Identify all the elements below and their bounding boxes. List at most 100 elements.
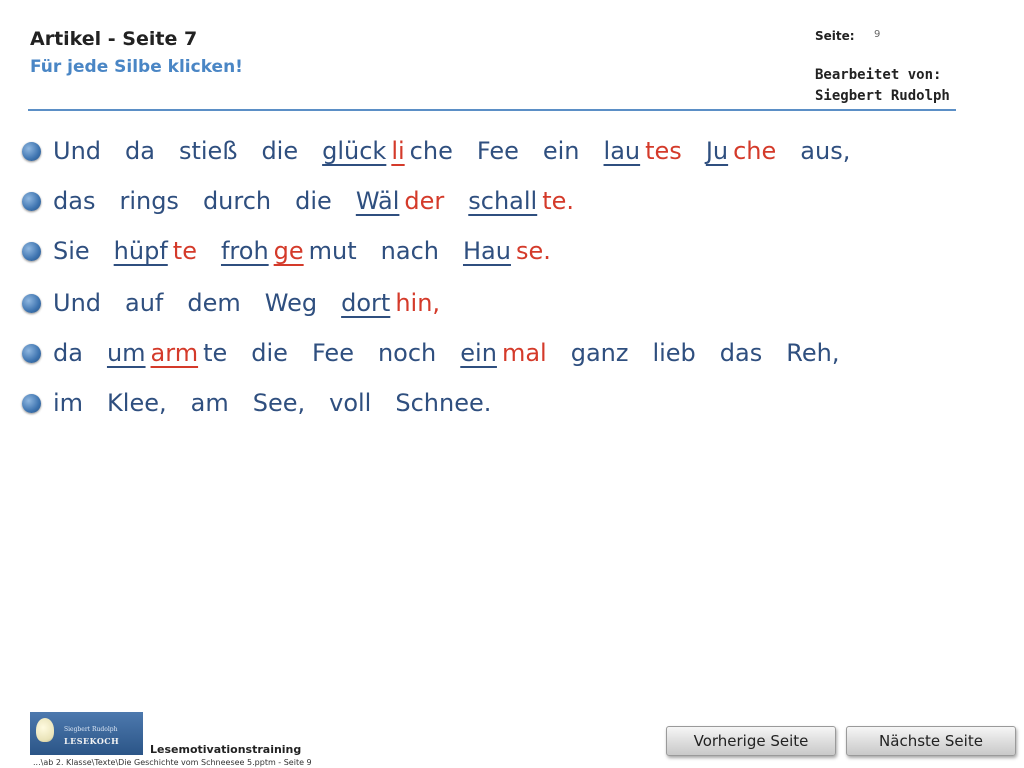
syllable[interactable]: noch — [378, 339, 436, 367]
syllable[interactable]: mut — [309, 237, 357, 265]
syllable[interactable]: Wäl — [356, 187, 400, 215]
syllable[interactable]: te — [203, 339, 227, 367]
verse-word: Schnee. — [395, 389, 491, 417]
verse-word: aus, — [800, 137, 850, 165]
syllable[interactable]: voll — [329, 389, 371, 417]
verse-line: da um arm te die Fee noch ein mal ganz lieb das Reh, — [22, 336, 863, 370]
syllable[interactable]: ein — [460, 339, 497, 367]
syllable[interactable]: se. — [516, 237, 551, 265]
verse-word: ein mal — [460, 339, 546, 367]
verse-word: rings — [119, 187, 178, 215]
syllable[interactable]: Und — [53, 137, 101, 165]
verse-word: Und — [53, 137, 101, 165]
syllable[interactable]: Weg — [265, 289, 317, 317]
syllable[interactable]: Sie — [53, 237, 90, 265]
verse-word: Ju che — [706, 137, 776, 165]
page-title: Artikel - Seite 7 — [30, 28, 198, 50]
syllable[interactable]: Hau — [463, 237, 511, 265]
verse-words: Und auf dem Weg dort hin, — [53, 289, 464, 317]
syllable[interactable]: nach — [381, 237, 439, 265]
syllable[interactable]: das — [720, 339, 762, 367]
syllable[interactable]: dort — [341, 289, 390, 317]
verse-word: Reh, — [786, 339, 839, 367]
syllable[interactable]: die — [295, 187, 332, 215]
verse-word: die — [251, 339, 288, 367]
syllable[interactable]: te. — [542, 187, 574, 215]
syllable[interactable]: hin, — [395, 289, 440, 317]
verse-word: da — [125, 137, 155, 165]
syllable[interactable]: um — [107, 339, 146, 367]
next-page-button[interactable]: Nächste Seite — [846, 726, 1016, 756]
syllable[interactable]: das — [53, 187, 95, 215]
syllable[interactable]: ein — [543, 137, 580, 165]
syllable[interactable]: te — [173, 237, 197, 265]
blue-circle-bullet-icon — [22, 191, 41, 211]
footer-brand-text: Lesemotivationstraining — [150, 743, 302, 756]
syllable[interactable]: li — [391, 137, 404, 165]
syllable[interactable]: auf — [125, 289, 163, 317]
syllable[interactable]: See, — [253, 389, 305, 417]
verse-word: See, — [253, 389, 305, 417]
syllable[interactable]: dem — [187, 289, 240, 317]
previous-page-button[interactable]: Vorherige Seite — [666, 726, 836, 756]
syllable[interactable]: die — [251, 339, 288, 367]
syllable[interactable]: che — [733, 137, 776, 165]
lightbulb-icon — [36, 718, 54, 742]
verse-word: durch — [203, 187, 271, 215]
page-subtitle: Für jede Silbe klicken! — [30, 57, 243, 77]
syllable[interactable]: Schnee. — [395, 389, 491, 417]
syllable[interactable]: am — [191, 389, 229, 417]
verse-word: schall te. — [468, 187, 574, 215]
syllable[interactable]: ge — [274, 237, 304, 265]
verse-word: stieß — [179, 137, 237, 165]
verse-word: die — [261, 137, 298, 165]
syllable[interactable]: lieb — [652, 339, 695, 367]
syllable[interactable]: che — [410, 137, 453, 165]
verse-words: im Klee, am See, voll Schnee. — [53, 389, 515, 417]
syllable[interactable]: froh — [221, 237, 269, 265]
syllable[interactable]: Und — [53, 289, 101, 317]
syllable[interactable]: Klee, — [107, 389, 167, 417]
verse-word: das — [53, 187, 95, 215]
verse-word: dort hin, — [341, 289, 440, 317]
syllable[interactable]: schall — [468, 187, 537, 215]
syllable[interactable]: Fee — [477, 137, 519, 165]
syllable[interactable]: durch — [203, 187, 271, 215]
syllable[interactable]: glück — [322, 137, 386, 165]
syllable[interactable]: arm — [151, 339, 199, 367]
syllable[interactable]: da — [53, 339, 83, 367]
page-label: Seite: — [815, 29, 855, 43]
syllable[interactable]: aus, — [800, 137, 850, 165]
verse-word: Klee, — [107, 389, 167, 417]
syllable[interactable]: Ju — [706, 137, 728, 165]
verse-word: Weg — [265, 289, 317, 317]
blue-circle-bullet-icon — [22, 241, 41, 261]
syllable[interactable]: rings — [119, 187, 178, 215]
syllable[interactable]: tes — [645, 137, 682, 165]
syllable[interactable]: die — [261, 137, 298, 165]
lesekoch-logo: Siegbert Rudolph LESEKOCH — [30, 712, 143, 755]
syllable[interactable]: Reh, — [786, 339, 839, 367]
verse-word: Fee — [477, 137, 519, 165]
verse-word: voll — [329, 389, 371, 417]
syllable[interactable]: Fee — [312, 339, 354, 367]
verse-word: hüpf te — [114, 237, 197, 265]
syllable[interactable]: stieß — [179, 137, 237, 165]
blue-circle-bullet-icon — [22, 393, 41, 413]
syllable[interactable]: ganz — [571, 339, 629, 367]
verse-word: um arm te — [107, 339, 227, 367]
edited-by-label: Bearbeitet von: — [815, 67, 942, 83]
verse-word: auf — [125, 289, 163, 317]
syllable[interactable]: im — [53, 389, 83, 417]
verse-word: Wäl der — [356, 187, 444, 215]
syllable[interactable]: mal — [502, 339, 547, 367]
verse-word: ein — [543, 137, 580, 165]
syllable[interactable]: lau — [604, 137, 641, 165]
syllable[interactable]: hüpf — [114, 237, 168, 265]
syllable[interactable]: da — [125, 137, 155, 165]
syllable[interactable]: der — [404, 187, 444, 215]
verse-word: die — [295, 187, 332, 215]
verse-word: das — [720, 339, 762, 367]
verse-word: lau tes — [604, 137, 682, 165]
logo-brand-name: LESEKOCH — [64, 736, 120, 746]
